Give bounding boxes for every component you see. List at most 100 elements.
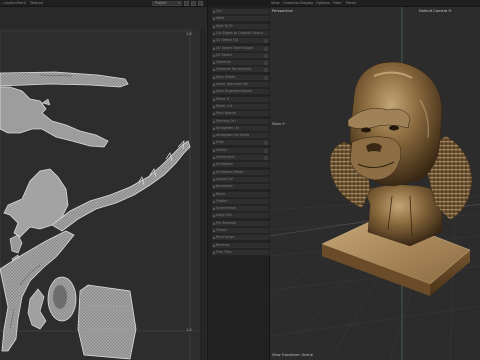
tool-button[interactable]: Layout UV	[211, 175, 270, 183]
option-box-icon[interactable]	[264, 61, 268, 66]
tool-button[interactable]: Cut	[211, 8, 270, 15]
tool-button[interactable]: Unfold	[211, 146, 270, 154]
uv-island-small-left	[9, 234, 23, 254]
tool-button-label: Align	[216, 140, 225, 145]
tool-button-label: UV Select	[216, 52, 232, 57]
tool-button[interactable]: Auto Unfold	[211, 73, 270, 81]
tool-button-label: Packing Ctrl	[216, 118, 236, 123]
viewport-tool-label: Move ⟳	[272, 122, 286, 126]
viewport-menu-item[interactable]: Filter	[333, 1, 342, 6]
tool-button[interactable]: Trim Tiles	[211, 248, 270, 256]
tool-button[interactable]: Unfold Axis	[211, 154, 270, 161]
tool-bullet-icon	[213, 47, 215, 50]
tool-button[interactable]: UV Select Tip	[211, 37, 270, 45]
tool-button-label: Flatten	[216, 198, 228, 203]
uv-canvas[interactable]: 1.0 1.0	[0, 29, 207, 360]
tool-button[interactable]: Flatten	[211, 197, 270, 205]
tool-button[interactable]: UV Select	[211, 51, 270, 59]
uv-scrollbar[interactable]	[200, 29, 206, 360]
tool-button[interactable]: Relax	[211, 190, 270, 198]
tool-bullet-icon	[213, 164, 215, 167]
option-box-icon[interactable]	[264, 53, 268, 58]
tool-bullet-icon	[213, 105, 215, 108]
menu-texture[interactable]: Texture	[30, 1, 43, 6]
tool-button[interactable]: Pin Selected	[211, 219, 270, 227]
uv-menubar: ...olution Point Texture Project ▾	[0, 0, 207, 7]
tool-bullet-icon	[213, 149, 215, 152]
tool-button-label: Optimize Horizontally	[216, 67, 252, 72]
tool-button[interactable]: Freeze	[211, 227, 270, 234]
viewport-view-label[interactable]: Perspective	[272, 9, 293, 13]
tool-button[interactable]: Reverse	[211, 241, 270, 249]
tool-button[interactable]: Straighten	[211, 161, 270, 169]
settings-icon[interactable]	[191, 1, 196, 6]
viewport-3d[interactable]: View Cameras Display Options Filter Panel Per…	[270, 0, 480, 360]
tool-button-label: Unfold	[216, 147, 227, 152]
tool-button-label: Freeze	[216, 228, 227, 232]
tool-button-label: Pack Islands	[216, 111, 237, 116]
tool-button[interactable]: Re-Arrange	[211, 234, 270, 242]
viewport-menu-item[interactable]: Display	[300, 1, 313, 6]
tool-button[interactable]: Mirror U	[211, 95, 270, 103]
viewport-menu-item[interactable]: Cameras	[283, 1, 299, 6]
option-box-icon[interactable]	[264, 46, 268, 51]
tool-button-label: Layout UV	[216, 176, 233, 181]
uv-island-square-patch	[77, 284, 137, 360]
tool-button[interactable]: Symmetrize	[211, 205, 270, 213]
tool-bullet-icon	[213, 62, 215, 65]
tool-bullet-icon	[213, 193, 215, 196]
tool-button[interactable]: Pack Islands	[211, 110, 270, 118]
tool-button[interactable]: Optimize Horizontally	[211, 66, 270, 74]
tool-bullet-icon	[213, 222, 215, 225]
uv-island-top-strip	[0, 71, 129, 88]
tool-button[interactable]: Copy UVs	[211, 212, 270, 220]
tool-bullet-icon	[213, 178, 215, 181]
tool-button[interactable]: Align	[211, 139, 270, 147]
tool-button[interactable]: Auto Organize Islands	[211, 88, 270, 96]
tool-bullet-icon	[213, 25, 215, 28]
tool-button[interactable]: Cut Edges to Original Seams	[211, 29, 270, 37]
tool-button[interactable]: Mirror Cut	[211, 102, 270, 110]
tool-button-label: Re-Arrange	[216, 235, 235, 240]
tool-button[interactable]: Optimize	[211, 59, 270, 67]
viewport-scene-svg	[270, 0, 480, 360]
tool-button-label: Straighten All Shells	[216, 133, 250, 138]
project-select[interactable]: Project ▾	[152, 1, 182, 6]
tool-bullet-icon	[213, 76, 215, 79]
tool-bullet-icon	[213, 127, 215, 130]
tool-bullet-icon	[213, 91, 215, 94]
tool-bullet-icon	[213, 186, 215, 189]
option-box-icon[interactable]	[264, 39, 268, 44]
tool-button[interactable]: Straighten Mode	[211, 168, 270, 176]
menu-point[interactable]: Point	[17, 1, 26, 6]
tool-button[interactable]: UV Select Seam Edges	[211, 44, 270, 52]
option-box-icon[interactable]	[264, 156, 268, 160]
tool-button[interactable]: Weld	[211, 15, 270, 23]
option-box-icon[interactable]	[264, 68, 268, 73]
tool-button-label: Relax	[216, 191, 226, 196]
viewport-menu-item[interactable]: Panel	[346, 1, 356, 6]
tool-bullet-icon	[213, 18, 215, 21]
option-box-icon[interactable]	[264, 75, 268, 80]
menu-solution[interactable]: ...olution	[1, 1, 17, 6]
tool-button[interactable]: Normalize	[211, 183, 270, 191]
viewport-camera-label[interactable]: Default Camera ⟳	[419, 9, 452, 13]
tool-button[interactable]: Packing Ctrl	[211, 117, 270, 125]
option-box-icon[interactable]	[264, 141, 268, 146]
uv-island-upper-blob	[0, 86, 109, 148]
viewport-menu-item[interactable]: View	[271, 1, 280, 6]
tool-button-label: Split To Fit	[216, 23, 233, 28]
tool-button[interactable]: Straighten UV	[211, 124, 270, 132]
tool-button[interactable]: Invert Optimize Ctrl	[211, 81, 270, 88]
uv-tool-panel: Cut Weld Split To Fit Cut Edges to Original…	[207, 0, 271, 360]
bust-eye-right	[389, 125, 399, 131]
viewport-menu-item[interactable]: Options	[316, 1, 330, 6]
expand-icon[interactable]	[198, 1, 203, 6]
option-box-icon[interactable]	[264, 148, 268, 153]
tool-bullet-icon	[213, 157, 215, 159]
tool-button[interactable]: Straighten All Shells	[211, 132, 270, 140]
grid-icon[interactable]	[184, 1, 189, 6]
tool-button[interactable]: Split To Fit	[211, 22, 270, 30]
uv-tile-label-top: 1.0	[186, 32, 192, 36]
tool-bullet-icon	[213, 171, 215, 174]
